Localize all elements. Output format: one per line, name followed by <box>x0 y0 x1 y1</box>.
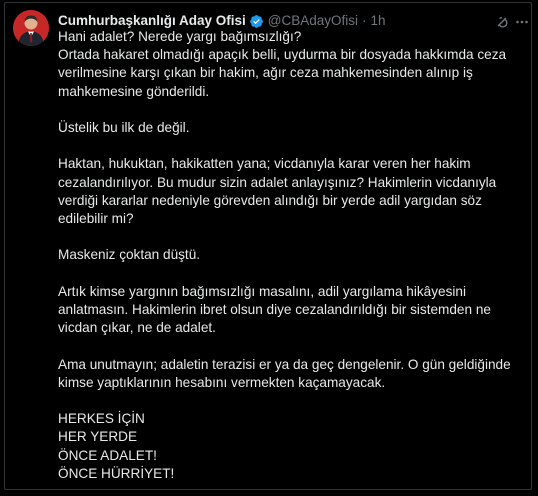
tweet-card[interactable]: Cumhurbaşkanlığı Aday Ofisi @CBAdayOfisi… <box>4 2 532 490</box>
grok-icon[interactable] <box>495 15 509 29</box>
tweet-line: kimse yaptıklarının hesabını vermekten k… <box>58 374 386 390</box>
tweet-line: Hani adalet? Nerede yargı bağımsızlığı? <box>58 29 302 44</box>
tweet-line: Üstelik bu ilk de değil. <box>58 120 190 135</box>
tweet-line: Maskeniz çoktan düştü. <box>58 247 201 263</box>
tweet-line: anlatmasın. Hakimlerin ibret olsun diye … <box>58 301 491 317</box>
tweet-paragraph: Maskeniz çoktan düştü. <box>58 246 528 264</box>
tweet-line: verilmesine karşı çıkan bir hakim, ağır … <box>58 65 473 81</box>
tweet-line: ÖNCE HÜRRİYET! <box>58 465 175 481</box>
tweet-text: Hani adalet? Nerede yargı bağımsızlığı? … <box>58 28 528 483</box>
tweet-paragraph: Artık kimse yargının bağımsızlığı masalı… <box>58 283 528 338</box>
avatar[interactable] <box>13 10 49 46</box>
tweet-paragraph: Hani adalet? Nerede yargı bağımsızlığı? … <box>58 28 528 101</box>
tweet-line: HERKES İÇİN <box>58 411 145 427</box>
tweet-line: Ortada hakaret olmadığı apaçık belli, uy… <box>58 47 507 63</box>
tweet-paragraph: Ama unutmayın; adaletin terazisi er ya d… <box>58 356 528 392</box>
tweet-line: cezalandırılıyor. Bu mudur sizin adalet … <box>58 174 497 190</box>
more-options-icon[interactable] <box>515 15 529 29</box>
tweet-paragraph: Üstelik bu ilk de değil. <box>58 119 528 137</box>
verified-badge-icon <box>249 14 264 29</box>
tweet-line: edilebilir mi? <box>58 211 134 226</box>
tweet-paragraph: HERKES İÇİN HER YERDE ÖNCE ADALET! ÖNCE … <box>58 410 528 483</box>
tweet-line: ÖNCE ADALET! <box>58 447 157 463</box>
tweet-line: Haktan, hukuktan, hakikatten yana; vicda… <box>58 156 471 172</box>
tweet-line: Artık kimse yargının bağımsızlığı masalı… <box>58 283 466 299</box>
tweet-paragraph: Haktan, hukuktan, hakikatten yana; vicda… <box>58 155 528 228</box>
tweet-line: Ama unutmayın; adaletin terazisi er ya d… <box>58 356 511 372</box>
tweet-line: HER YERDE <box>58 429 138 445</box>
tweet-line: mahkemesine gönderildi. <box>58 83 210 99</box>
tweet-line: verdiği kararlar nedeniyle görevden alın… <box>58 192 482 208</box>
tweet-line: vicdan çıkar, ne de adalet. <box>58 320 216 336</box>
